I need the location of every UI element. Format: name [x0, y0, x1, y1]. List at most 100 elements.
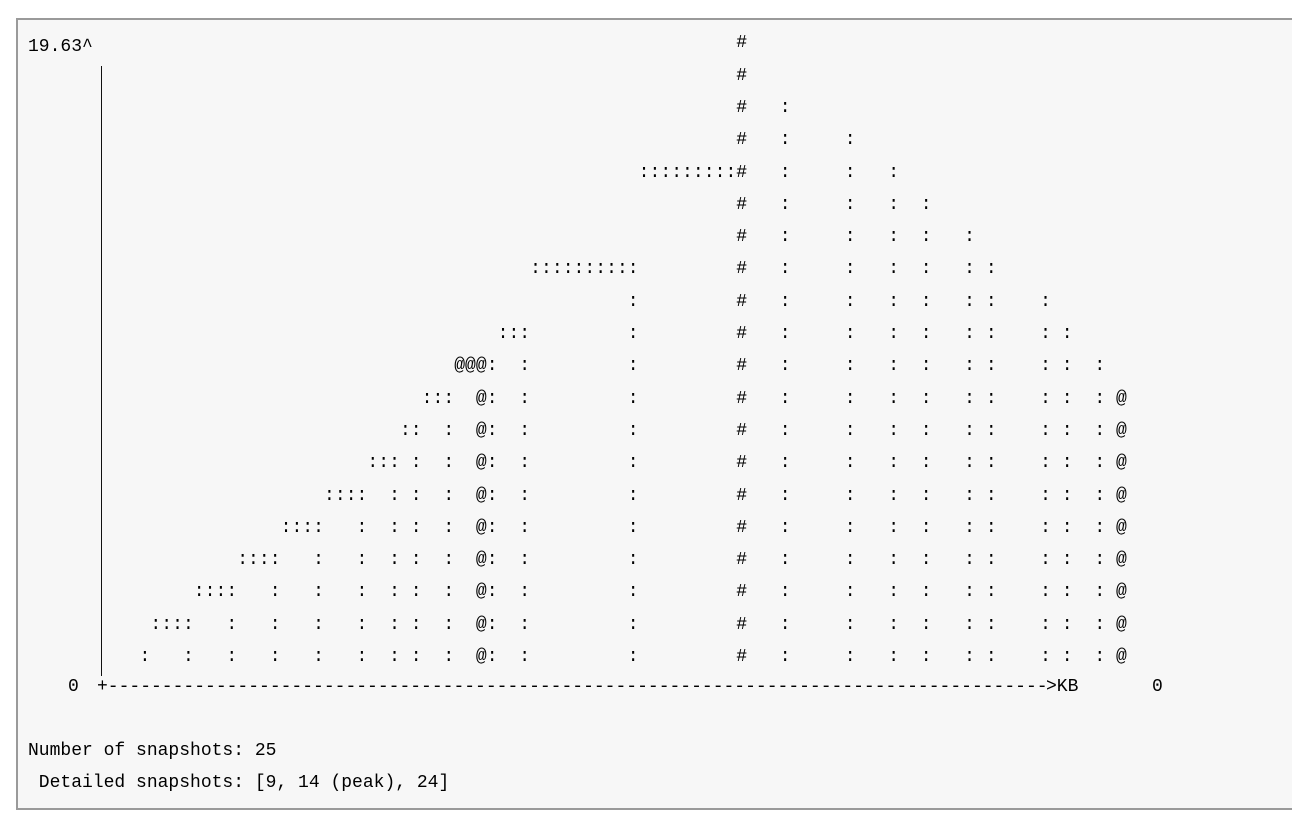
graph-glyph: :: [595, 259, 607, 280]
graph-glyph: #: [736, 33, 748, 54]
graph-glyph: :: [627, 259, 639, 280]
graph-glyph: :: [627, 550, 639, 571]
graph-glyph: :: [888, 388, 899, 409]
graph-glyph: :: [844, 582, 856, 603]
graph-glyph: @: [1116, 453, 1127, 474]
graph-glyph: :: [1094, 614, 1106, 635]
graph-glyph: :: [1094, 356, 1106, 377]
graph-glyph: :: [985, 582, 997, 603]
graph-glyph: :: [964, 453, 975, 474]
graph-glyph: :: [410, 582, 422, 603]
graph-glyph: :: [389, 485, 400, 506]
graph-glyph: #: [736, 97, 748, 118]
graph-glyph: :: [888, 420, 899, 441]
graph-glyph: :: [627, 324, 639, 344]
x-axis-unit-label: >KB: [1046, 677, 1079, 697]
graph-glyph: :: [269, 550, 281, 571]
graph-glyph: :: [313, 550, 324, 571]
graph-glyph: :: [985, 324, 997, 344]
graph-glyph: :: [280, 517, 292, 538]
graph-glyph: :: [486, 550, 498, 571]
graph-glyph: :: [410, 614, 422, 635]
graph-glyph: :: [888, 227, 899, 248]
graph-glyph: :: [844, 485, 856, 506]
graph-glyph: :: [920, 614, 932, 635]
graph-glyph: :: [964, 614, 975, 635]
graph-glyph: @: [475, 647, 487, 667]
graph-glyph: :: [1094, 550, 1106, 571]
graph-glyph: :: [313, 647, 324, 667]
graph-glyph: :: [1040, 485, 1051, 506]
graph-glyph: :: [844, 420, 856, 441]
graph-glyph: :: [888, 517, 899, 538]
graph-glyph: :: [627, 453, 639, 474]
graph-glyph: :: [627, 614, 639, 635]
graph-glyph: #: [736, 324, 748, 344]
graph-glyph: :: [779, 485, 791, 506]
graph-glyph: @: [475, 485, 487, 506]
graph-glyph: :: [389, 582, 400, 603]
snapshot-count-text: Number of snapshots: 25: [28, 741, 277, 761]
graph-glyph: :: [1040, 582, 1051, 603]
graph-glyph: :: [182, 614, 194, 635]
graph-glyph: :: [443, 550, 455, 571]
graph-glyph: :: [985, 453, 997, 474]
graph-glyph: #: [736, 485, 748, 506]
graph-glyph: :: [844, 388, 856, 409]
graph-glyph: #: [736, 388, 748, 409]
graph-glyph: :: [1061, 356, 1073, 377]
graph-glyph: :: [779, 517, 791, 538]
graph-glyph: @: [475, 356, 487, 377]
graph-glyph: #: [736, 194, 748, 215]
graph-glyph: :: [443, 614, 455, 635]
graph-glyph: :: [844, 647, 856, 667]
graph-glyph: :: [486, 614, 498, 635]
graph-glyph: :: [410, 420, 422, 441]
ascii-memory-graph: 19.63^ 0 +------------------------------…: [0, 0, 1292, 820]
graph-glyph: :: [985, 614, 997, 635]
graph-glyph: #: [736, 65, 748, 86]
graph-glyph: :: [627, 388, 639, 409]
graph-glyph: :: [1040, 324, 1051, 344]
graph-glyph: :: [1061, 324, 1073, 344]
graph-glyph: :: [660, 162, 672, 183]
graph-glyph: :: [519, 485, 531, 506]
graph-glyph: :: [334, 485, 346, 506]
graph-glyph: :: [920, 324, 932, 344]
graph-glyph: :: [486, 453, 498, 474]
graph-glyph: @: [1116, 647, 1127, 667]
graph-glyph: :: [779, 388, 791, 409]
graph-glyph: :: [443, 420, 455, 441]
graph-glyph: :: [779, 259, 791, 280]
graph-glyph: :: [1061, 420, 1073, 441]
graph-glyph: :: [1061, 517, 1073, 538]
graph-glyph: :: [964, 485, 975, 506]
graph-glyph: :: [920, 550, 932, 571]
graph-glyph: :: [920, 227, 932, 248]
graph-glyph: :: [1061, 647, 1073, 667]
graph-glyph: :: [844, 453, 856, 474]
graph-glyph: :: [985, 291, 997, 312]
graph-glyph: :: [150, 614, 162, 635]
graph-glyph: :: [964, 517, 975, 538]
graph-glyph: :: [779, 194, 791, 215]
graph-glyph: :: [562, 259, 574, 280]
graph-glyph: :: [443, 647, 455, 667]
graph-glyph: :: [443, 388, 455, 409]
graph-glyph: :: [779, 130, 791, 151]
graph-glyph: :: [1094, 388, 1106, 409]
graph-glyph: @: [1116, 582, 1127, 603]
graph-glyph: :: [920, 582, 932, 603]
graph-glyph: :: [248, 550, 259, 571]
graph-glyph: :: [161, 614, 173, 635]
graph-glyph: :: [985, 420, 997, 441]
graph-glyph: :: [888, 614, 899, 635]
graph-glyph: @: [1116, 517, 1127, 538]
graph-glyph: #: [736, 130, 748, 151]
y-axis-line: [101, 66, 102, 676]
graph-glyph: @: [1116, 614, 1127, 635]
graph-glyph: :: [616, 259, 628, 280]
graph-glyph: :: [779, 550, 791, 571]
graph-glyph: :: [389, 517, 400, 538]
graph-glyph: :: [410, 517, 422, 538]
